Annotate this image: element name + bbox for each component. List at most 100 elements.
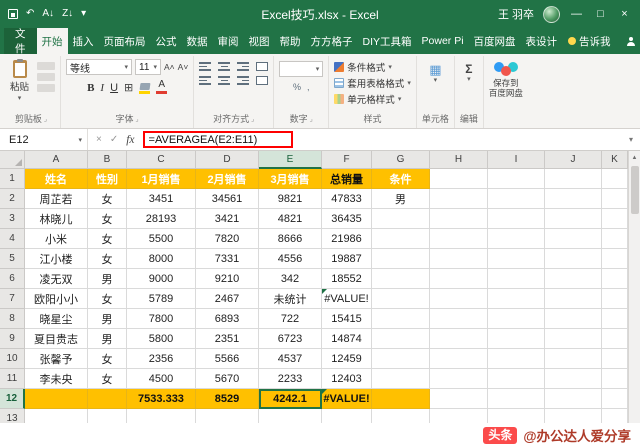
cell-B4[interactable]: 女 xyxy=(88,229,127,249)
alignment-dialog-launcher-icon[interactable]: ⌟ xyxy=(251,115,254,123)
cell-C3[interactable]: 28193 xyxy=(127,209,196,229)
cell-K13[interactable] xyxy=(602,409,628,423)
cell-B7[interactable]: 女 xyxy=(88,289,127,309)
minimize-button[interactable]: — xyxy=(569,9,584,20)
cell-B12[interactable] xyxy=(88,389,127,409)
cell-J2[interactable] xyxy=(545,189,602,209)
align-left-icon[interactable] xyxy=(199,76,211,85)
cell-C11[interactable]: 4500 xyxy=(127,369,196,389)
cell-G1[interactable]: 条件 xyxy=(372,169,430,189)
cell-C2[interactable]: 3451 xyxy=(127,189,196,209)
cell-J3[interactable] xyxy=(545,209,602,229)
cell-G4[interactable] xyxy=(372,229,430,249)
cell-E4[interactable]: 8666 xyxy=(259,229,322,249)
cut-icon[interactable] xyxy=(37,62,55,70)
cell-F4[interactable]: 21986 xyxy=(322,229,372,249)
cell-F3[interactable]: 36435 xyxy=(322,209,372,229)
column-header-F[interactable]: F xyxy=(322,151,372,169)
cell-A12[interactable] xyxy=(25,389,88,409)
paste-button[interactable]: 粘贴 ▾ xyxy=(7,59,32,103)
cell-E2[interactable]: 9821 xyxy=(259,189,322,209)
undo-icon[interactable]: ↶ xyxy=(26,9,34,19)
cell-G6[interactable] xyxy=(372,269,430,289)
cell-G12[interactable] xyxy=(372,389,430,409)
select-all-corner[interactable] xyxy=(0,151,25,169)
cell-J12[interactable] xyxy=(545,389,602,409)
cell-K12[interactable] xyxy=(602,389,628,409)
top-align-icon[interactable] xyxy=(199,62,211,71)
clipboard-dialog-launcher-icon[interactable]: ⌟ xyxy=(44,115,47,123)
cell-D6[interactable]: 9210 xyxy=(196,269,259,289)
cell-J6[interactable] xyxy=(545,269,602,289)
cell-B10[interactable]: 女 xyxy=(88,349,127,369)
tab-帮助[interactable]: 帮助 xyxy=(275,28,306,54)
tab-file[interactable]: 文件 xyxy=(4,28,37,54)
cell-H4[interactable] xyxy=(430,229,488,249)
row-header-13[interactable]: 13 xyxy=(0,409,25,423)
cell-A13[interactable] xyxy=(25,409,88,423)
underline-button[interactable]: U xyxy=(110,82,118,94)
tab-数据[interactable]: 数据 xyxy=(182,28,213,54)
tell-me-box[interactable]: 告诉我 xyxy=(562,28,617,54)
cell-I4[interactable] xyxy=(488,229,545,249)
cell-H8[interactable] xyxy=(430,309,488,329)
cell-K4[interactable] xyxy=(602,229,628,249)
cell-I10[interactable] xyxy=(488,349,545,369)
maximize-button[interactable]: □ xyxy=(593,9,608,20)
cell-A4[interactable]: 小米 xyxy=(25,229,88,249)
cell-C8[interactable]: 7800 xyxy=(127,309,196,329)
cell-D8[interactable]: 6893 xyxy=(196,309,259,329)
row-header-6[interactable]: 6 xyxy=(0,269,25,289)
row-header-3[interactable]: 3 xyxy=(0,209,25,229)
cell-E3[interactable]: 4821 xyxy=(259,209,322,229)
cell-F13[interactable] xyxy=(322,409,372,423)
comma-style-icon[interactable]: , xyxy=(307,82,310,92)
cell-B5[interactable]: 女 xyxy=(88,249,127,269)
cell-C4[interactable]: 5500 xyxy=(127,229,196,249)
center-icon[interactable] xyxy=(218,76,230,85)
copy-icon[interactable] xyxy=(37,73,55,81)
cell-E6[interactable]: 342 xyxy=(259,269,322,289)
name-box[interactable]: E12 ▾ xyxy=(0,129,88,150)
signed-in-user[interactable]: 王 羽卒 xyxy=(498,6,534,22)
cell-D1[interactable]: 2月销售 xyxy=(196,169,259,189)
insert-function-icon[interactable]: fx xyxy=(126,134,134,146)
cell-D12[interactable]: 8529 xyxy=(196,389,259,409)
cell-C6[interactable]: 9000 xyxy=(127,269,196,289)
user-avatar[interactable] xyxy=(543,6,560,23)
cell-F10[interactable]: 12459 xyxy=(322,349,372,369)
qat-customize-icon[interactable]: ▾ xyxy=(81,9,86,19)
cell-J9[interactable] xyxy=(545,329,602,349)
cell-E11[interactable]: 2233 xyxy=(259,369,322,389)
cell-E13[interactable] xyxy=(259,409,322,423)
cell-C5[interactable]: 8000 xyxy=(127,249,196,269)
cell-B3[interactable]: 女 xyxy=(88,209,127,229)
tab-DIY工具箱[interactable]: DIY工具箱 xyxy=(358,28,417,54)
column-header-J[interactable]: J xyxy=(545,151,602,169)
number-dialog-launcher-icon[interactable]: ⌟ xyxy=(310,115,313,123)
cell-I9[interactable] xyxy=(488,329,545,349)
cell-K11[interactable] xyxy=(602,369,628,389)
cell-K6[interactable] xyxy=(602,269,628,289)
tab-公式[interactable]: 公式 xyxy=(151,28,182,54)
cell-G8[interactable] xyxy=(372,309,430,329)
sort-ascending-icon[interactable]: A↓ xyxy=(42,9,54,19)
column-header-H[interactable]: H xyxy=(430,151,488,169)
grow-font-icon[interactable]: A˄ xyxy=(164,62,175,72)
column-header-I[interactable]: I xyxy=(488,151,545,169)
column-header-C[interactable]: C xyxy=(127,151,196,169)
font-name-dropdown-icon[interactable]: ▾ xyxy=(125,63,129,71)
percent-style-icon[interactable]: % xyxy=(293,82,301,92)
cell-I6[interactable] xyxy=(488,269,545,289)
column-header-D[interactable]: D xyxy=(196,151,259,169)
cell-J7[interactable] xyxy=(545,289,602,309)
cell-C1[interactable]: 1月销售 xyxy=(127,169,196,189)
cell-D13[interactable] xyxy=(196,409,259,423)
cell-H2[interactable] xyxy=(430,189,488,209)
merge-center-icon[interactable] xyxy=(256,76,268,85)
cell-I3[interactable] xyxy=(488,209,545,229)
cell-D4[interactable]: 7820 xyxy=(196,229,259,249)
cell-B11[interactable]: 女 xyxy=(88,369,127,389)
cell-I5[interactable] xyxy=(488,249,545,269)
cell-F1[interactable]: 总销量 xyxy=(322,169,372,189)
